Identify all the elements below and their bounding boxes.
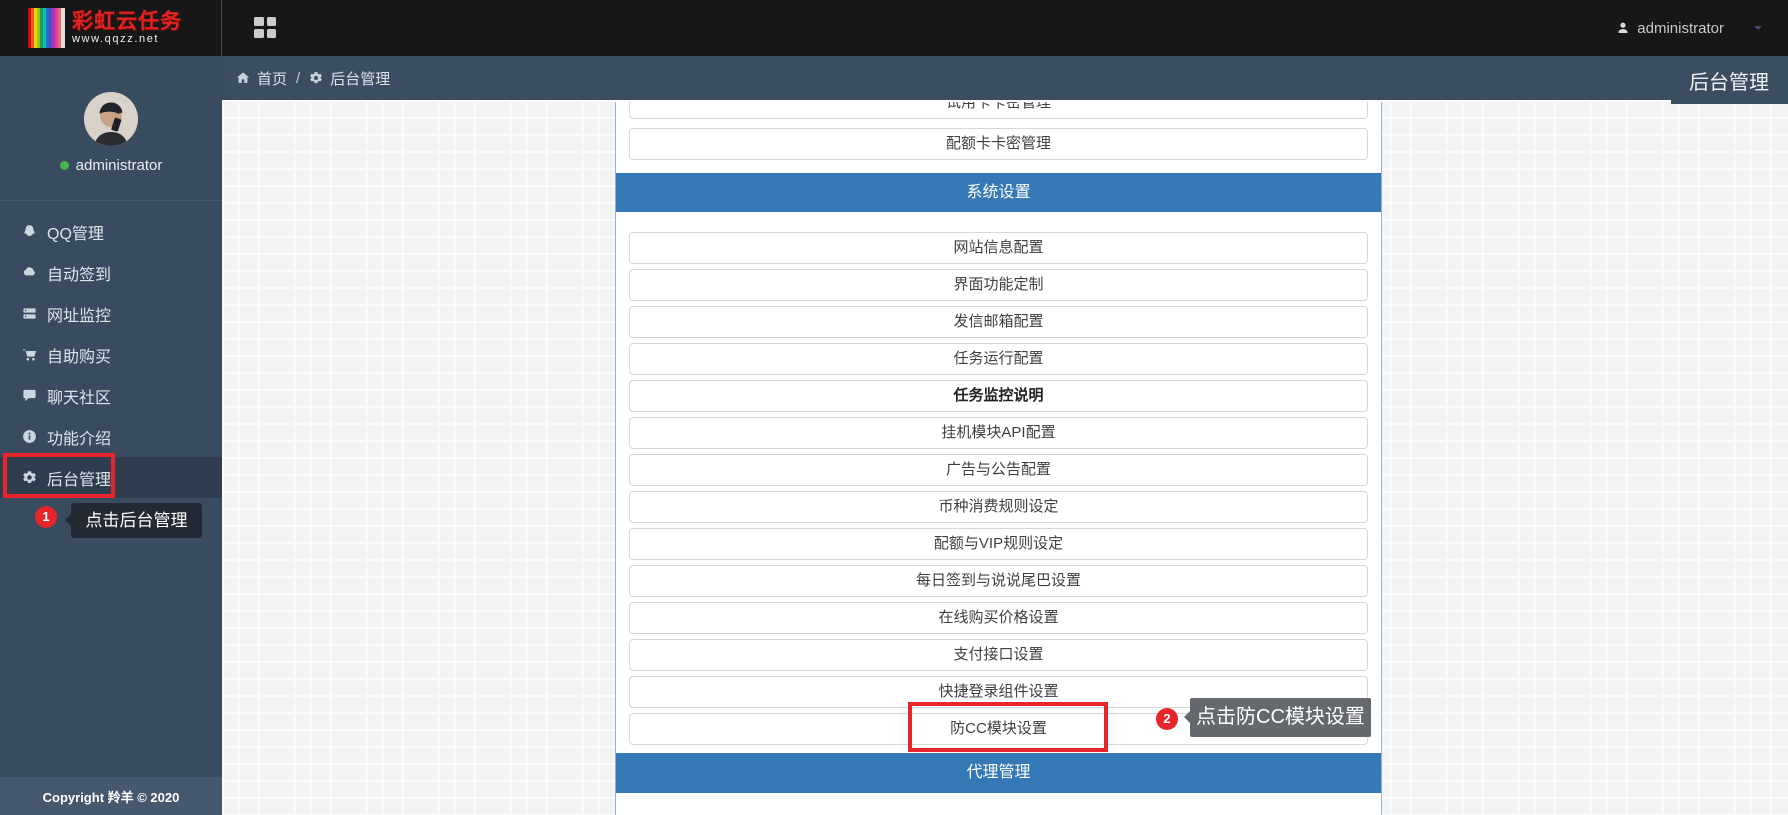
rainbow-barcode-logo-icon <box>28 8 65 48</box>
step-2-badge: 2 <box>1156 708 1178 730</box>
info-icon <box>22 429 37 444</box>
copyright: Copyright 羚羊 © 2020 <box>0 777 222 815</box>
settings-item-发信邮箱配置[interactable]: 发信邮箱配置 <box>629 306 1368 338</box>
logo-title: 彩虹云任务 <box>72 11 182 33</box>
breadcrumb-home[interactable]: 首页 <box>257 68 287 89</box>
sidebar-item-QQ管理[interactable]: QQ管理 <box>0 211 222 252</box>
settings-item-每日签到与说说尾巴设置[interactable]: 每日签到与说说尾巴设置 <box>629 565 1368 597</box>
sidebar-item-label: 自助购买 <box>47 343 111 367</box>
username-label: administrator <box>1637 20 1724 37</box>
avatar-photo <box>84 92 138 146</box>
content-area: 试用卡卡密管理配额卡卡密管理 系统设置 网站信息配置界面功能定制发信邮箱配置任务… <box>222 100 1788 815</box>
sidebar-item-label: 聊天社区 <box>47 384 111 408</box>
sidebar-item-label: 网址监控 <box>47 302 111 326</box>
active-page-tab[interactable]: 后台管理 <box>1671 56 1788 104</box>
settings-item-挂机模块API配置[interactable]: 挂机模块API配置 <box>629 417 1368 449</box>
sidebar-item-自动签到[interactable]: 自动签到 <box>0 252 222 293</box>
grid-square <box>254 17 264 26</box>
sidebar-item-label: 自动签到 <box>47 261 111 285</box>
sidebar-item-网址监控[interactable]: 网址监控 <box>0 293 222 334</box>
avatar[interactable] <box>84 92 138 146</box>
home-icon <box>236 71 250 85</box>
topbar: 彩虹云任务 www.qqzz.net administrator <box>0 0 1788 56</box>
monitor-icon <box>22 306 37 321</box>
sidebar-item-聊天社区[interactable]: 聊天社区 <box>0 375 222 416</box>
step-2-tooltip: 点击防CC模块设置 <box>1190 698 1371 737</box>
grid-square <box>267 17 277 26</box>
sidebar-item-label: QQ管理 <box>47 220 104 244</box>
sidebar-item-自助购买[interactable]: 自助购买 <box>0 334 222 375</box>
grid-square <box>267 29 277 38</box>
grid-square <box>254 29 264 38</box>
sidebar: administrator QQ管理自动签到网址监控自助购买聊天社区功能介绍后台… <box>0 56 222 815</box>
settings-item-配额与VIP规则设定[interactable]: 配额与VIP规则设定 <box>629 528 1368 560</box>
qq-icon <box>22 224 37 239</box>
sidebar-item-label: 功能介绍 <box>47 425 111 449</box>
online-status-dot <box>60 161 69 170</box>
cart-icon <box>22 347 37 362</box>
breadcrumb-current: 后台管理 <box>330 68 390 89</box>
settings-item-任务运行配置[interactable]: 任务运行配置 <box>629 343 1368 375</box>
cloud-icon <box>22 265 37 280</box>
admin-page: { "topbar": { "logo_title": "彩虹云任务", "lo… <box>0 0 1788 815</box>
settings-item-配额卡卡密管理[interactable]: 配额卡卡密管理 <box>629 128 1368 160</box>
logo[interactable]: 彩虹云任务 www.qqzz.net <box>0 0 222 56</box>
settings-item-在线购买价格设置[interactable]: 在线购买价格设置 <box>629 602 1368 634</box>
user-icon <box>1616 21 1630 35</box>
gear-icon <box>309 71 323 85</box>
sidebar-item-后台管理[interactable]: 后台管理 <box>0 457 222 498</box>
breadcrumb-separator: / <box>296 70 300 87</box>
settings-item-界面功能定制[interactable]: 界面功能定制 <box>629 269 1368 301</box>
menu-toggle-grid-icon[interactable] <box>254 17 276 38</box>
section-header-system: 系统设置 <box>616 173 1381 212</box>
gear-icon <box>22 470 37 485</box>
system-settings-list: 网站信息配置界面功能定制发信邮箱配置任务运行配置任务监控说明挂机模块API配置广… <box>616 232 1381 745</box>
chat-icon <box>22 388 37 403</box>
sidebar-item-功能介绍[interactable]: 功能介绍 <box>0 416 222 457</box>
step-1-badge: 1 <box>35 506 57 528</box>
breadcrumb-bar: 首页 / 后台管理 后台管理 <box>222 56 1788 100</box>
chevron-down-icon <box>1752 22 1764 34</box>
sidebar-menu: QQ管理自动签到网址监控自助购买聊天社区功能介绍后台管理 <box>0 200 222 498</box>
settings-item-广告与公告配置[interactable]: 广告与公告配置 <box>629 454 1368 486</box>
settings-item-试用卡卡密管理[interactable]: 试用卡卡密管理 <box>629 102 1368 119</box>
section-header-agent: 代理管理 <box>616 753 1381 793</box>
sidebar-username: administrator <box>76 157 163 174</box>
step-1-tooltip: 点击后台管理 <box>71 503 202 538</box>
logo-url: www.qqzz.net <box>72 34 182 46</box>
sidebar-item-label: 后台管理 <box>47 466 111 490</box>
settings-item-任务监控说明[interactable]: 任务监控说明 <box>629 380 1368 412</box>
user-menu[interactable]: administrator <box>1616 0 1764 56</box>
card-key-list: 试用卡卡密管理配额卡卡密管理 <box>616 102 1381 160</box>
settings-item-支付接口设置[interactable]: 支付接口设置 <box>629 639 1368 671</box>
settings-item-币种消费规则设定[interactable]: 币种消费规则设定 <box>629 491 1368 523</box>
settings-item-网站信息配置[interactable]: 网站信息配置 <box>629 232 1368 264</box>
